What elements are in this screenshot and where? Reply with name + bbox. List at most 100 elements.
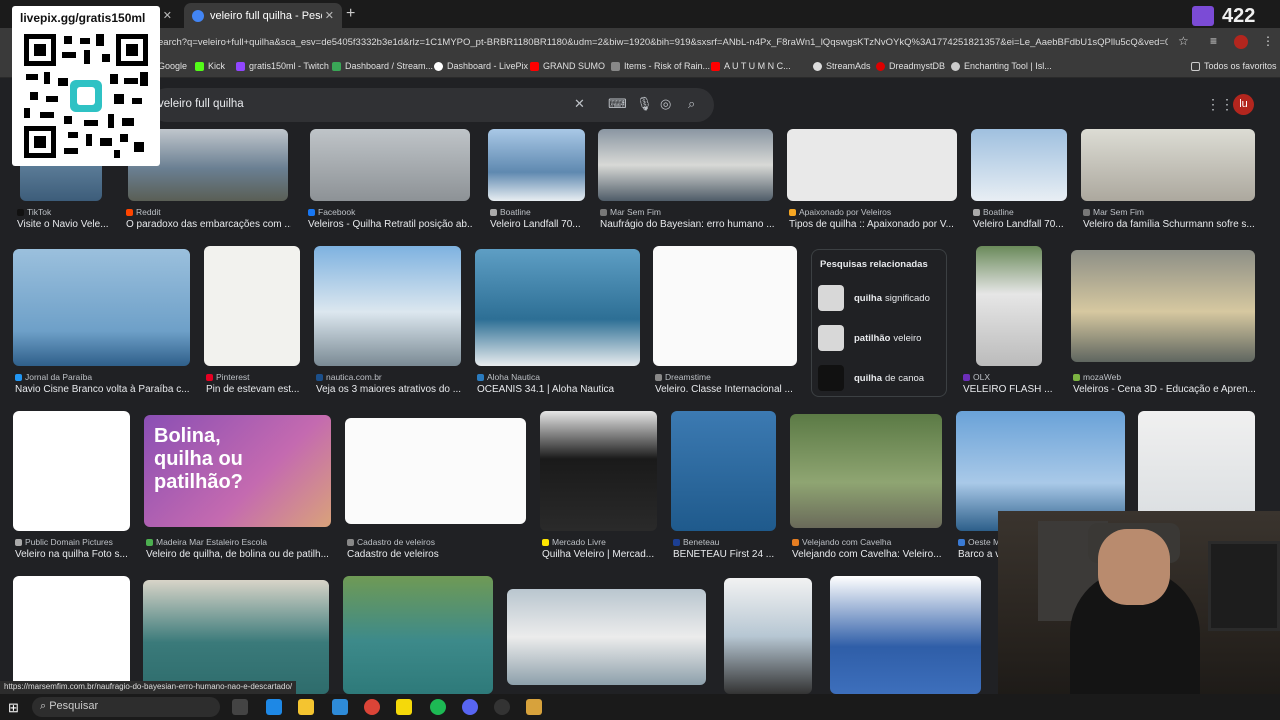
result-title[interactable]: BENETEAU First 24 ... (673, 549, 778, 560)
bookmark-autumn[interactable]: A U T U M N C... (711, 61, 791, 71)
keyboard-icon[interactable]: ⌨ (608, 96, 627, 112)
related-item-quilha-significado[interactable]: quilha significado (818, 285, 942, 311)
file-explorer-icon[interactable] (298, 699, 314, 715)
result-image[interactable] (830, 576, 981, 694)
result-image[interactable] (13, 249, 190, 366)
spotify-icon[interactable] (430, 699, 446, 715)
result-source: Mercado Livre (542, 537, 606, 547)
menu-icon[interactable]: ⋮ (1262, 34, 1274, 48)
result-title[interactable]: Cadastro de veleiros (347, 549, 528, 560)
apps-grid-icon[interactable]: ⋮⋮ (1206, 96, 1234, 113)
bookmark-twitch[interactable]: gratis150ml - Twitch (236, 61, 329, 71)
result-image[interactable] (13, 411, 130, 531)
result-image[interactable] (724, 578, 812, 694)
new-tab-button[interactable]: + (346, 5, 355, 23)
related-item-quilha-de-canoa[interactable]: quilha de canoa (818, 365, 942, 391)
taskbar: ⊞ ⌕ Pesquisar (0, 694, 1280, 720)
bookmark-dreadmystdb[interactable]: DreadmystDB (876, 61, 945, 71)
chrome-icon[interactable] (364, 699, 380, 715)
sticky-notes-icon[interactable] (396, 699, 412, 715)
result-title[interactable]: O paradoxo das embarcações com ... (126, 219, 291, 230)
result-title[interactable]: Naufrágio do Bayesian: erro humano ... (600, 219, 775, 230)
result-image[interactable] (653, 246, 797, 366)
result-title[interactable]: Veleiro Landfall 70... (973, 219, 1069, 230)
result-image[interactable] (971, 129, 1067, 201)
result-image[interactable] (1071, 250, 1255, 362)
extensions-icon[interactable]: ≡ (1210, 34, 1217, 48)
star-icon[interactable]: ☆ (1178, 34, 1189, 48)
result-image[interactable] (1081, 129, 1255, 201)
bookmark-streamads[interactable]: StreamAds (813, 61, 871, 71)
result-image[interactable] (540, 411, 657, 531)
result-image[interactable] (488, 129, 585, 201)
bookmark-google[interactable]: Google (158, 61, 187, 71)
result-source: Apaixonado por Veleiros (789, 207, 891, 217)
windows-start-icon[interactable]: ⊞ (8, 700, 22, 715)
task-view-icon[interactable] (232, 699, 248, 715)
result-image[interactable] (787, 129, 957, 201)
clear-icon[interactable]: ✕ (574, 96, 585, 112)
result-image[interactable] (671, 411, 776, 531)
result-image[interactable] (507, 589, 706, 685)
result-title[interactable]: Pin de estevam est... (206, 384, 302, 395)
bookmark-dashboard-stream[interactable]: Dashboard / Stream... (332, 61, 433, 71)
result-image[interactable] (343, 576, 493, 694)
result-image[interactable] (475, 249, 640, 366)
account-avatar[interactable]: lu (1233, 94, 1254, 115)
tab-active[interactable]: veleiro full quilha - Pesquisa Go ✕ (184, 3, 342, 28)
result-title[interactable]: Veleiro na quilha Foto s... (15, 549, 132, 560)
search-box[interactable]: veleiro full quilha ✕ ⌨ 🎙 ◎ ⌕ (150, 88, 714, 122)
result-title[interactable]: Veleiros - Quilha Retratil posição ab... (308, 219, 473, 230)
bookmark-risk-of-rain[interactable]: Items - Risk of Rain... (611, 61, 710, 71)
result-title[interactable]: OCEANIS 34.1 | Aloha Nautica (477, 384, 642, 395)
taskbar-search[interactable]: ⌕ Pesquisar (32, 697, 220, 717)
result-title[interactable]: Velejando com Cavelha: Veleiro... (792, 549, 944, 560)
result-image[interactable] (598, 129, 773, 201)
profile-icon[interactable] (1234, 35, 1248, 49)
result-title[interactable]: Navio Cisne Branco volta à Paraíba c... (15, 384, 190, 395)
result-title[interactable]: Visite o Navio Vele... (17, 219, 117, 230)
app-icon[interactable] (526, 699, 542, 715)
result-title[interactable]: Veja os 3 maiores atrativos do ... (316, 384, 464, 395)
bookmark-grand-sumo[interactable]: GRAND SUMO (530, 61, 605, 71)
result-title[interactable]: Quilha Veleiro | Mercad... (542, 549, 659, 560)
result-title[interactable]: Barco a v (958, 549, 998, 560)
bookmark-kick[interactable]: Kick (195, 61, 225, 71)
close-tab-icon[interactable]: ✕ (325, 9, 334, 22)
result-title[interactable]: Veleiro de quilha, de bolina ou de patil… (146, 549, 333, 560)
twitch-viewer-counter: 422 (1192, 5, 1280, 27)
search-icon[interactable]: ⌕ (688, 96, 695, 112)
close-tab-icon[interactable]: ✕ (163, 9, 172, 22)
url-field[interactable]: earch?q=veleiro+full+quilha&sca_esv=de54… (158, 37, 1168, 48)
result-image[interactable] (976, 246, 1042, 366)
bookmark-enchanting-tool[interactable]: Enchanting Tool | Isl... (951, 61, 1052, 71)
result-image[interactable] (13, 576, 130, 694)
result-source: TikTok (17, 207, 51, 217)
twitch-logo-icon (1192, 6, 1214, 26)
result-image[interactable] (204, 246, 300, 366)
result-image[interactable] (314, 246, 461, 366)
result-title[interactable]: VELEIRO FLASH ... (963, 384, 1055, 395)
result-image[interactable] (345, 418, 526, 524)
result-image[interactable] (143, 580, 329, 694)
bookmark-livepix[interactable]: Dashboard - LivePix (434, 61, 528, 71)
bookmark-all-favorites[interactable]: Todos os favoritos (1191, 61, 1277, 71)
search-input[interactable]: veleiro full quilha (158, 98, 244, 110)
discord-icon[interactable] (462, 699, 478, 715)
obs-icon[interactable] (494, 699, 510, 715)
result-title[interactable]: Veleiros - Cena 3D - Educação e Apren... (1073, 384, 1257, 395)
result-image[interactable] (310, 129, 470, 201)
related-item-patilhao-veleiro[interactable]: patilhão veleiro (818, 325, 942, 351)
lens-icon[interactable]: ◎ (660, 96, 671, 112)
result-source: Jornal da Paraíba (15, 372, 92, 382)
result-title[interactable]: Veleiro da família Schurmann sofre s... (1083, 219, 1257, 230)
result-image[interactable] (790, 414, 942, 528)
store-icon[interactable] (332, 699, 348, 715)
edge-icon[interactable] (266, 699, 282, 715)
result-title[interactable]: Tipos de quilha :: Apaixonado por V... (789, 219, 959, 230)
result-image[interactable]: Bolina, quilha ou patilhão? (144, 415, 331, 527)
result-source: Pinterest (206, 372, 250, 382)
result-title[interactable]: Veleiro. Classe Internacional ... (655, 384, 800, 395)
microphone-icon[interactable]: 🎙 (636, 96, 653, 112)
result-title[interactable]: Veleiro Landfall 70... (490, 219, 586, 230)
